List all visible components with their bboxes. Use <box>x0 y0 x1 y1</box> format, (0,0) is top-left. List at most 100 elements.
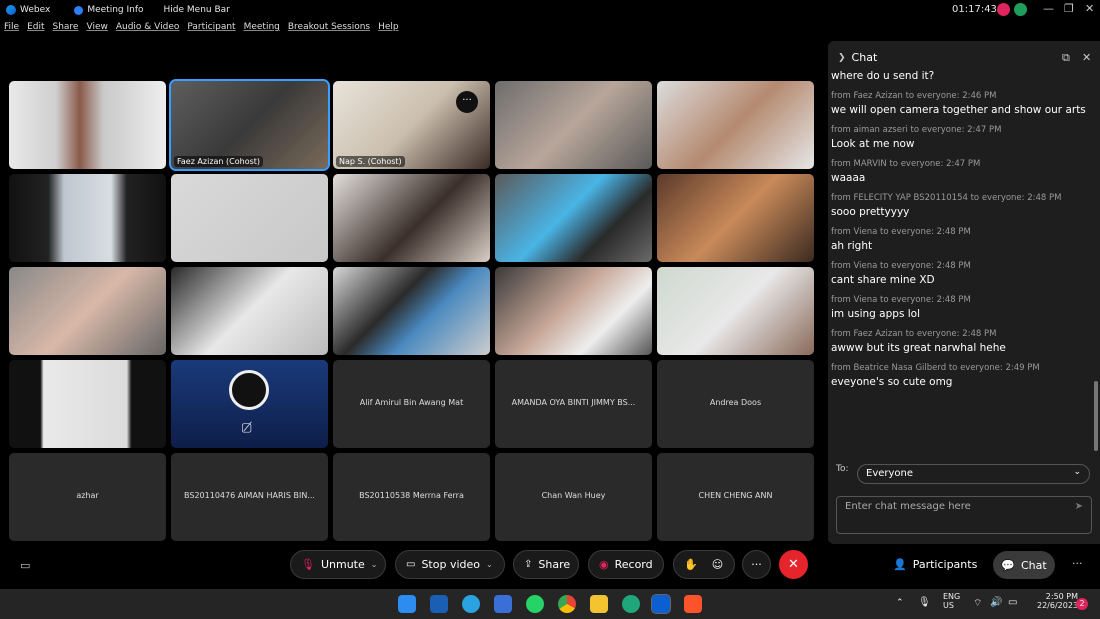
menu-edit[interactable]: Edit <box>27 22 44 40</box>
stop-video-button[interactable]: ▭ Stop video ⌄ <box>395 550 505 579</box>
participants-button[interactable]: 👤 Participants <box>893 558 977 571</box>
chrome-icon[interactable] <box>558 595 576 613</box>
edge-icon[interactable] <box>622 595 640 613</box>
participant-video-tile[interactable] <box>9 81 166 169</box>
raise-hand-icon[interactable]: ✋ <box>684 558 698 571</box>
connection-status-icon <box>1014 3 1027 16</box>
menu-meeting[interactable]: Meeting <box>244 22 280 40</box>
close-chat-icon[interactable]: ✕ <box>1082 51 1091 64</box>
participant-tile-azhar[interactable]: azhar <box>9 453 166 541</box>
start-icon[interactable] <box>398 595 416 613</box>
more-options-button[interactable]: ··· <box>742 550 771 579</box>
chat-sender: from Faez Azizan to everyone: 2:46 PM <box>831 91 997 101</box>
reactions-icon[interactable]: ☺ <box>712 558 723 571</box>
volume-icon[interactable]: 🔊 <box>990 597 1002 608</box>
menu-breakout-sessions[interactable]: Breakout Sessions <box>288 22 370 40</box>
menu-file[interactable]: File <box>4 22 19 40</box>
restore-icon[interactable]: ❐ <box>1064 2 1074 15</box>
chat-message: from MARVIN to everyone: 2:47 PM waaaa <box>831 159 1093 184</box>
participant-video-tile[interactable] <box>171 174 328 262</box>
telegram-icon[interactable] <box>462 595 480 613</box>
menu-participant[interactable]: Participant <box>187 22 235 40</box>
chat-title: Chat <box>851 51 878 64</box>
participant-video-tile[interactable] <box>171 267 328 355</box>
participant-video-tile[interactable] <box>495 267 652 355</box>
more-options-icon[interactable]: ··· <box>456 91 478 113</box>
time: 2:50 PM <box>1045 592 1079 601</box>
chat-message-input[interactable]: Enter chat message here ➤ <box>836 496 1092 534</box>
leave-meeting-button[interactable]: ✕ <box>779 550 808 579</box>
participant-video-tile[interactable] <box>657 267 814 355</box>
send-icon[interactable]: ➤ <box>1075 501 1083 512</box>
battery-icon[interactable]: ▭ <box>1008 597 1017 608</box>
popout-icon[interactable]: ⧉ <box>1062 51 1070 65</box>
chat-sender: from Beatrice Nasa Gilberd to everyone: … <box>831 363 1040 373</box>
share-button[interactable]: ⇪ Share <box>513 550 579 579</box>
menu-bar: File Edit Share View Audio & Video Parti… <box>0 22 403 40</box>
participant-video-tile[interactable] <box>333 267 490 355</box>
participant-video-tile[interactable] <box>657 174 814 262</box>
chevron-down-icon[interactable]: ⌄ <box>371 560 378 569</box>
store-icon[interactable] <box>494 595 512 613</box>
participant-video-tile-nap[interactable]: Nap S. (Cohost) ··· <box>333 81 490 169</box>
participant-video-tile[interactable] <box>9 267 166 355</box>
participant-video-tile[interactable] <box>9 174 166 262</box>
participant-video-tile[interactable] <box>495 81 652 169</box>
mic-muted-tray-icon[interactable]: 🎙 <box>918 597 931 608</box>
brave-icon[interactable] <box>684 595 702 613</box>
more-icon[interactable]: ··· <box>1072 557 1083 570</box>
participant-video-tile[interactable] <box>9 360 166 448</box>
menu-help[interactable]: Help <box>378 22 399 40</box>
participant-video-tile[interactable] <box>657 81 814 169</box>
language-indicator[interactable]: ENG US <box>943 592 960 610</box>
ellipsis-icon: ··· <box>751 558 762 571</box>
hide-menu-bar-button[interactable]: Hide Menu Bar <box>164 5 230 15</box>
notification-badge[interactable]: 2 <box>1076 598 1088 610</box>
record-icon: ◉ <box>599 558 609 571</box>
participant-tile-chen[interactable]: CHEN CHENG ANN <box>657 453 814 541</box>
recipient-select[interactable]: Everyone ⌄ <box>857 464 1090 484</box>
record-button[interactable]: ◉ Record <box>588 550 664 579</box>
share-label: Share <box>538 558 571 571</box>
close-window-icon[interactable]: ✕ <box>1085 2 1094 15</box>
chat-button[interactable]: 💬 Chat <box>993 551 1055 579</box>
to-label: To: <box>836 464 849 474</box>
meeting-info-button[interactable]: Meeting Info <box>74 5 144 15</box>
captions-icon[interactable]: ▭ <box>20 559 30 572</box>
menu-audio-video[interactable]: Audio & Video <box>116 22 180 40</box>
webex-logo-icon <box>6 5 16 15</box>
participant-tile-andrea[interactable]: Andrea Doos <box>657 360 814 448</box>
participant-obs-tile[interactable]: ▢̸ <box>171 360 328 448</box>
participant-tile-chan[interactable]: Chan Wan Huey <box>495 453 652 541</box>
menu-view[interactable]: View <box>86 22 107 40</box>
menu-share[interactable]: Share <box>53 22 79 40</box>
participant-video-tile[interactable] <box>333 174 490 262</box>
participant-video-tile-faez[interactable]: Faez Azizan (Cohost) <box>169 79 330 171</box>
participant-tile-merrna[interactable]: BS20110538 Merrna Ferra <box>333 453 490 541</box>
app-name: Webex <box>20 5 51 15</box>
tray-chevron-icon[interactable]: ⌃ <box>896 598 904 608</box>
participant-tile-alif[interactable]: Alif Amirul Bin Awang Mat <box>333 360 490 448</box>
collapse-chevron-icon[interactable]: ❯ <box>838 53 846 63</box>
chat-scrollbar[interactable] <box>1094 381 1098 451</box>
app-title: Webex <box>6 5 50 15</box>
participant-tile-aiman[interactable]: BS20110476 AIMAN HARIS BIN... <box>171 453 328 541</box>
chat-text: awww but its great narwhal hehe <box>831 342 1006 354</box>
minimize-icon[interactable]: — <box>1043 2 1054 15</box>
chat-text: im using apps lol <box>831 308 921 320</box>
unmute-button[interactable]: 🎙 Unmute ⌄ <box>290 550 386 579</box>
lexicon-app-icon[interactable] <box>430 595 448 613</box>
participant-video-tile[interactable] <box>495 174 652 262</box>
chevron-down-icon[interactable]: ⌄ <box>486 560 493 569</box>
whatsapp-icon[interactable] <box>526 595 544 613</box>
participant-tile-amanda[interactable]: AMANDA OYA BINTI JIMMY BS... <box>495 360 652 448</box>
chat-header: ❯ Chat <box>838 51 877 64</box>
wifi-icon[interactable]: ⌔ <box>973 597 982 610</box>
close-icon: ✕ <box>788 557 799 572</box>
webex-taskbar-icon[interactable] <box>651 594 671 614</box>
system-clock[interactable]: 2:50 PM 22/6/2023 <box>1037 592 1078 610</box>
hide-menu-label: Hide Menu Bar <box>163 5 230 15</box>
meeting-info-label: Meeting Info <box>87 5 144 15</box>
file-explorer-icon[interactable] <box>590 595 608 613</box>
chat-message: from Viena to everyone: 2:48 PM im using … <box>831 295 1093 320</box>
